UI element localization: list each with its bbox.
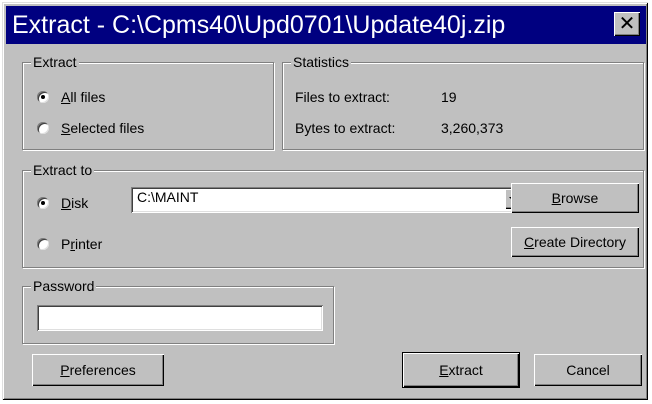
- password-group-legend: Password: [31, 277, 97, 295]
- password-group: Password: [22, 277, 334, 344]
- extract-path-value[interactable]: C:\MAINT: [137, 189, 198, 205]
- files-to-extract-label: Files to extract:: [295, 89, 390, 105]
- all-files-radio[interactable]: [37, 91, 49, 103]
- bytes-to-extract-value: 3,260,373: [441, 120, 504, 136]
- window-title: Extract - C:\Cpms40\Upd0701\Update40j.zi…: [12, 11, 506, 39]
- printer-label[interactable]: Printer: [61, 235, 102, 253]
- disk-label[interactable]: Disk: [61, 194, 88, 212]
- all-files-label[interactable]: All files: [61, 88, 105, 106]
- password-field[interactable]: [37, 305, 323, 331]
- bytes-to-extract-label: Bytes to extract:: [295, 120, 396, 136]
- extract-group-legend: Extract: [31, 53, 79, 71]
- printer-radio[interactable]: [37, 238, 49, 250]
- disk-radio[interactable]: [37, 197, 49, 209]
- close-button[interactable]: ✕: [614, 12, 640, 36]
- extract-dialog: Extract - C:\Cpms40\Upd0701\Update40j.zi…: [2, 2, 648, 400]
- files-to-extract-value: 19: [441, 89, 457, 105]
- extract-path-combo[interactable]: C:\MAINT: [131, 187, 525, 213]
- create-directory-button[interactable]: Create Directory: [511, 227, 639, 257]
- close-icon: ✕: [618, 13, 636, 35]
- extract-button[interactable]: Extract: [402, 352, 520, 388]
- selected-files-radio[interactable]: [37, 122, 49, 134]
- statistics-group: Statistics Files to extract: 19 Bytes to…: [282, 53, 644, 150]
- preferences-button[interactable]: Preferences: [32, 354, 164, 386]
- title-bar[interactable]: Extract - C:\Cpms40\Upd0701\Update40j.zi…: [6, 6, 646, 44]
- selected-files-label[interactable]: Selected files: [61, 119, 144, 137]
- extract-to-group-legend: Extract to: [31, 161, 95, 179]
- cancel-button[interactable]: Cancel: [534, 354, 642, 386]
- extract-group: Extract All files Selected files: [22, 53, 274, 150]
- browse-button[interactable]: Browse: [511, 183, 639, 213]
- statistics-group-legend: Statistics: [291, 53, 352, 71]
- extract-to-group: Extract to Disk C:\MAINT Browse Printer …: [22, 161, 644, 268]
